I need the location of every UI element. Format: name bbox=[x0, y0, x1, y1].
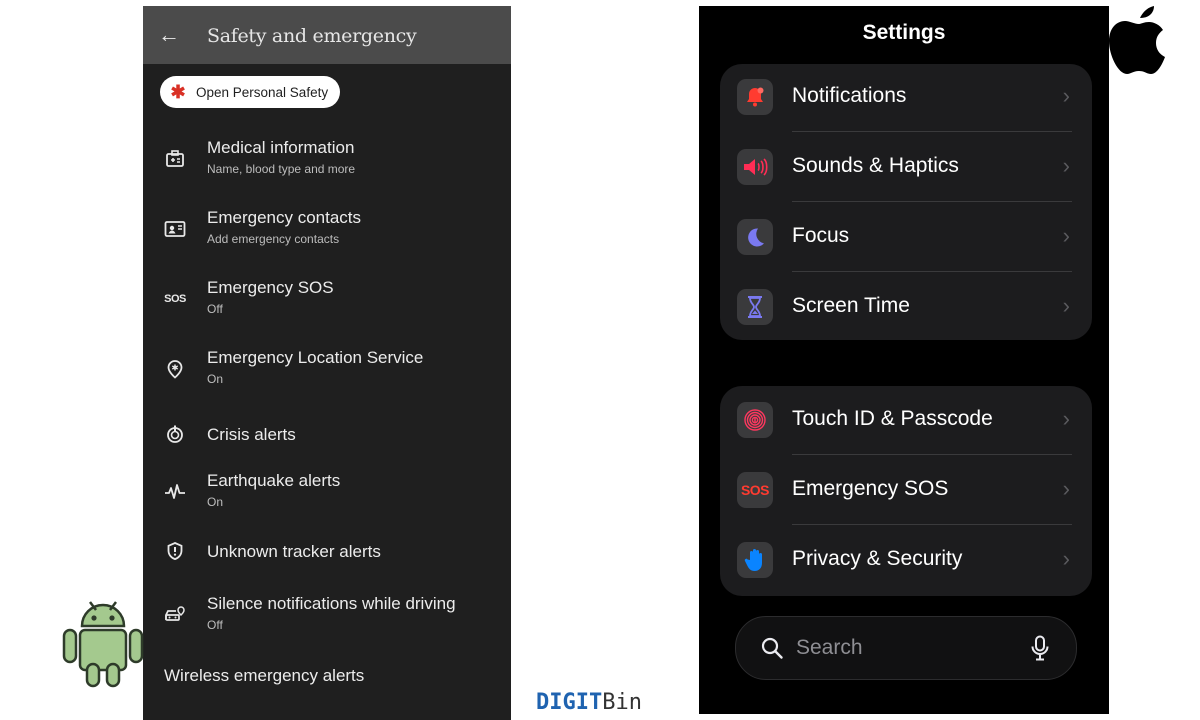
setting-medical-information[interactable]: Medical information Name, blood type and… bbox=[143, 132, 511, 188]
settings-row-label: Notifications bbox=[792, 84, 907, 107]
setting-title: Crisis alerts bbox=[207, 425, 296, 444]
settings-row-sounds-haptics[interactable]: Sounds & Haptics › bbox=[720, 132, 1092, 202]
digitbin-watermark: DIGITBin bbox=[536, 690, 642, 716]
fingerprint-icon bbox=[737, 402, 773, 438]
setting-subtitle: Off bbox=[207, 302, 223, 316]
settings-group-security: Touch ID & Passcode › SOS Emergency SOS … bbox=[720, 386, 1092, 596]
settings-row-label: Screen Time bbox=[792, 294, 910, 317]
chevron-right-icon: › bbox=[1062, 153, 1070, 178]
settings-row-screen-time[interactable]: Screen Time › bbox=[720, 272, 1092, 340]
settings-row-label: Focus bbox=[792, 224, 850, 247]
setting-title: Earthquake alerts bbox=[207, 471, 341, 490]
chevron-right-icon: › bbox=[1062, 83, 1070, 108]
settings-row-label: Emergency SOS bbox=[792, 477, 949, 500]
chevron-right-icon: › bbox=[1062, 223, 1070, 248]
settings-row-focus[interactable]: Focus › bbox=[720, 202, 1092, 272]
android-robot-logo bbox=[62, 601, 144, 688]
open-personal-safety-button[interactable]: ✱ Open Personal Safety bbox=[160, 76, 341, 108]
location-pin-icon bbox=[163, 357, 187, 381]
settings-row-privacy-security[interactable]: Privacy & Security › bbox=[720, 525, 1092, 595]
setting-unknown-tracker-alerts[interactable]: Unknown tracker alerts bbox=[143, 536, 511, 582]
watermark-part1: DIGIT bbox=[536, 690, 603, 715]
tracker-shield-icon bbox=[163, 539, 187, 563]
setting-wireless-emergency-alerts[interactable]: Wireless emergency alerts bbox=[164, 666, 364, 686]
search-icon bbox=[761, 637, 783, 659]
setting-title: Emergency contacts bbox=[207, 208, 362, 227]
setting-subtitle: Add emergency contacts bbox=[207, 232, 340, 246]
setting-emergency-sos[interactable]: SOS Emergency SOS Off bbox=[143, 272, 511, 328]
android-settings-screen: ← Safety and emergency ✱ Open Personal S… bbox=[143, 6, 511, 720]
open-personal-safety-label: Open Personal Safety bbox=[196, 84, 329, 100]
setting-subtitle: Off bbox=[207, 618, 223, 632]
chevron-right-icon: › bbox=[1062, 406, 1070, 431]
setting-silence-notifications-while-driving[interactable]: Silence notifications while driving Off bbox=[143, 588, 511, 644]
sos-icon: SOS bbox=[737, 472, 773, 508]
settings-row-emergency-sos[interactable]: SOS Emergency SOS › bbox=[720, 455, 1092, 525]
setting-emergency-contacts[interactable]: Emergency contacts Add emergency contact… bbox=[143, 202, 511, 258]
contact-card-icon bbox=[163, 217, 187, 241]
microphone-icon[interactable] bbox=[1030, 635, 1050, 661]
back-arrow-icon[interactable]: ← bbox=[157, 23, 181, 47]
medical-card-icon bbox=[163, 147, 187, 171]
chevron-right-icon: › bbox=[1062, 476, 1070, 501]
setting-subtitle: On bbox=[207, 495, 224, 509]
settings-row-notifications[interactable]: Notifications › bbox=[720, 64, 1092, 132]
settings-group-notifications: Notifications › Sounds & Haptics › Focus… bbox=[720, 64, 1092, 340]
setting-crisis-alerts[interactable]: Crisis alerts bbox=[143, 412, 511, 458]
setting-emergency-location-service[interactable]: Emergency Location Service On bbox=[143, 342, 511, 398]
bell-icon bbox=[737, 79, 773, 115]
hand-icon bbox=[737, 542, 773, 578]
page-title: Safety and emergency bbox=[207, 25, 417, 47]
ios-settings-screen: Settings Notifications › Sounds & Haptic… bbox=[699, 6, 1109, 714]
earthquake-wave-icon bbox=[163, 480, 187, 504]
settings-row-touch-id-passcode[interactable]: Touch ID & Passcode › bbox=[720, 386, 1092, 455]
apple-logo bbox=[1109, 6, 1165, 74]
setting-title: Medical information bbox=[207, 138, 355, 157]
hourglass-icon bbox=[737, 289, 773, 325]
chevron-right-icon: › bbox=[1062, 546, 1070, 571]
moon-icon bbox=[737, 219, 773, 255]
setting-subtitle: Name, blood type and more bbox=[207, 162, 356, 176]
setting-title: Silence notifications while driving bbox=[207, 594, 456, 613]
setting-earthquake-alerts[interactable]: Earthquake alerts On bbox=[143, 465, 511, 521]
setting-title: Unknown tracker alerts bbox=[207, 542, 381, 561]
search-field[interactable]: Search bbox=[735, 616, 1077, 680]
search-placeholder: Search bbox=[796, 636, 863, 659]
personal-safety-icon: ✱ bbox=[170, 82, 186, 102]
android-app-bar: ← Safety and emergency bbox=[143, 6, 511, 64]
car-location-icon bbox=[163, 603, 187, 627]
settings-row-label: Privacy & Security bbox=[792, 547, 963, 570]
settings-row-label: Touch ID & Passcode bbox=[792, 407, 993, 430]
crisis-alert-icon bbox=[163, 422, 187, 446]
chevron-right-icon: › bbox=[1062, 293, 1070, 318]
setting-subtitle: On bbox=[207, 372, 224, 386]
page-title: Settings bbox=[862, 21, 946, 44]
setting-title: Emergency Location Service bbox=[207, 348, 424, 367]
speaker-icon bbox=[737, 149, 773, 185]
settings-row-label: Sounds & Haptics bbox=[792, 154, 959, 177]
watermark-part2: Bin bbox=[602, 690, 642, 715]
setting-title: Emergency SOS bbox=[207, 278, 334, 297]
sos-icon: SOS bbox=[164, 293, 186, 305]
